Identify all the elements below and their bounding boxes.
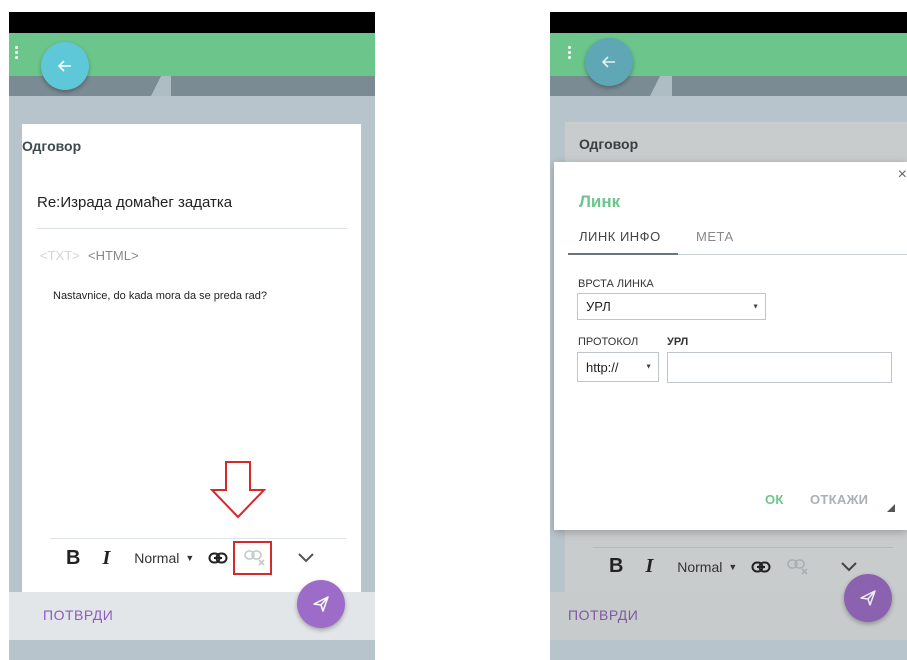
card-title: Одговор [22, 138, 82, 154]
italic-button[interactable]: I [102, 547, 110, 570]
link-icon[interactable] [751, 561, 771, 573]
style-select[interactable]: Normal [134, 550, 179, 566]
status-bar [550, 12, 907, 33]
tab-meta[interactable]: МЕТА [696, 229, 734, 244]
bold-button[interactable]: B [66, 547, 80, 570]
card-title: Одговор [579, 136, 639, 152]
chevron-down-icon[interactable] [841, 561, 858, 572]
back-arrow-icon [601, 56, 615, 68]
confirm-button[interactable]: ПОТВРДИ [568, 607, 638, 623]
confirm-button[interactable]: ПОТВРДИ [43, 607, 113, 623]
link-dialog: × Линк ЛИНК ИНФО МЕТА ВРСТА ЛИНКА УРЛ ▼ … [554, 162, 907, 530]
reply-card: Одговор Re:Израда домаћег задатка <TXT> … [22, 124, 361, 592]
send-button[interactable] [844, 574, 892, 622]
divider [37, 228, 347, 229]
send-button[interactable] [297, 580, 345, 628]
back-button[interactable] [585, 38, 633, 86]
link-icon[interactable] [208, 552, 228, 564]
menu-dots-icon[interactable] [15, 46, 18, 60]
dialog-title: Линк [579, 192, 621, 211]
link-type-label: ВРСТА ЛИНКА [578, 278, 654, 290]
subject-line[interactable]: Re:Израда домаћег задатка [37, 194, 232, 211]
down-arrow-annotation-icon [209, 461, 267, 519]
tab-link-info[interactable]: ЛИНК ИНФО [579, 229, 661, 244]
message-body[interactable]: Nastavnice, do kada mora da se preda rad… [53, 290, 267, 302]
select-caret-icon: ▼ [645, 363, 652, 371]
bold-button[interactable]: B [609, 555, 623, 578]
editor-toolbar: B I Normal ▼ [593, 547, 893, 585]
protocol-label: ПРОТОКОЛ [578, 336, 639, 348]
right-screen: Одговор B I Normal ▼ ПОТВРДИ × Линк ЛИНК… [550, 12, 907, 660]
resize-handle-icon[interactable] [886, 503, 896, 513]
url-input[interactable] [667, 352, 892, 383]
ok-button[interactable]: ОК [765, 492, 784, 507]
unlink-icon[interactable] [787, 558, 809, 575]
left-screen: Одговор Re:Израда домаћег задатка <TXT> … [9, 12, 375, 660]
format-txt-toggle[interactable]: <TXT> [40, 248, 80, 263]
send-icon [860, 590, 876, 606]
status-bar [9, 12, 375, 33]
editor-toolbar: B I Normal ▼ [50, 539, 350, 577]
cancel-button[interactable]: ОТКАЖИ [810, 492, 868, 507]
send-icon [313, 596, 329, 612]
style-select[interactable]: Normal [677, 559, 722, 575]
protocol-value: http:// [586, 359, 619, 375]
url-label: УРЛ [667, 336, 689, 348]
band-notch [660, 76, 672, 96]
protocol-select[interactable]: http:// ▼ [577, 352, 659, 382]
italic-button[interactable]: I [645, 555, 653, 578]
link-type-select[interactable]: УРЛ ▼ [577, 293, 766, 320]
band-notch [161, 76, 171, 96]
back-arrow-icon [57, 60, 71, 72]
active-tab-indicator [568, 253, 678, 255]
style-caret-icon[interactable]: ▼ [728, 562, 737, 572]
link-type-value: УРЛ [586, 299, 611, 314]
link-button-highlight [233, 541, 272, 575]
format-html-toggle[interactable]: <HTML> [88, 248, 139, 263]
select-caret-icon: ▼ [752, 303, 759, 310]
chevron-down-icon[interactable] [298, 553, 315, 563]
back-button[interactable] [41, 42, 89, 90]
style-caret-icon[interactable]: ▼ [185, 553, 194, 563]
close-icon[interactable]: × [898, 166, 907, 184]
menu-dots-icon[interactable] [568, 46, 571, 60]
